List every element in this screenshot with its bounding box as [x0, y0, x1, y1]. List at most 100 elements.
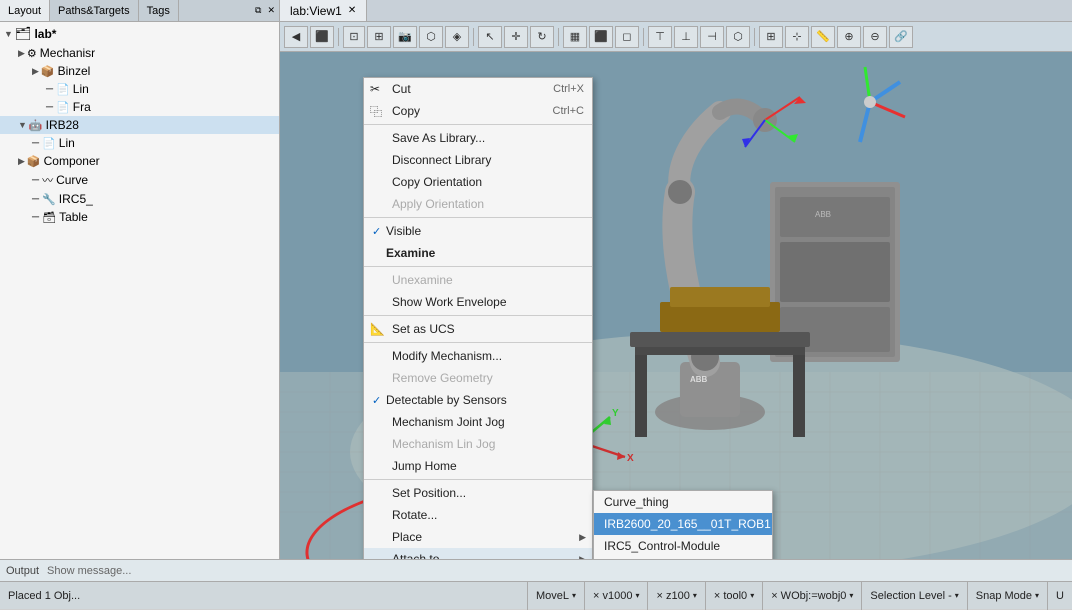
- vp-btn-back[interactable]: ◀: [284, 26, 308, 48]
- viewport[interactable]: lab:View1 ✕ ◀ ⬛ ⊡ ⊞ 📷 ⬡ ◈ ↖ ✛ ↻ ▦ ⬛: [280, 0, 1072, 559]
- ctx-cut[interactable]: ✂ Cut Ctrl+X: [364, 78, 592, 100]
- status-tool[interactable]: × tool0 ▾: [705, 582, 762, 610]
- ctx-set-position[interactable]: Set Position...: [364, 482, 592, 504]
- vp-btn-render[interactable]: ◈: [445, 26, 469, 48]
- viewport-tab-bar: lab:View1 ✕: [280, 0, 1072, 22]
- vp-btn-axis[interactable]: ⊹: [785, 26, 809, 48]
- status-selection-level[interactable]: Selection Level - ▾: [861, 582, 966, 610]
- tree-item-irb28[interactable]: ▼ 🤖 IRB28: [0, 116, 279, 134]
- ctx-examine[interactable]: Examine: [364, 242, 592, 264]
- ctx-show-work-envelope[interactable]: Show Work Envelope: [364, 291, 592, 313]
- output-label: Output: [6, 565, 39, 577]
- status-wobj[interactable]: × WObj:=wobj0 ▾: [762, 582, 861, 610]
- ctx-place[interactable]: Place ▶: [364, 526, 592, 548]
- ctx-remove-geometry: Remove Geometry: [364, 367, 592, 389]
- vp-btn-extra1[interactable]: ⊕: [837, 26, 861, 48]
- viewport-tab[interactable]: lab:View1 ✕: [280, 0, 367, 21]
- submenu-table[interactable]: Table: [594, 557, 772, 559]
- tab-tags[interactable]: Tags: [139, 0, 179, 21]
- ctx-sep-1: [364, 124, 592, 125]
- zone-arrow: ▾: [693, 591, 697, 600]
- wobj-arrow: ▾: [849, 591, 853, 600]
- ctx-rotate[interactable]: Rotate...: [364, 504, 592, 526]
- vp-btn-view-top[interactable]: ⊤: [648, 26, 672, 48]
- movel-arrow: ▾: [572, 591, 576, 600]
- vp-btn-move[interactable]: ✛: [504, 26, 528, 48]
- status-speed[interactable]: × v1000 ▾: [584, 582, 647, 610]
- layout-tree: ▼ 🗂 lab* ▶ ⚙ Mechanisr ▶ 📦 Binzel ─: [0, 22, 279, 559]
- vp-btn-transparent[interactable]: ◻: [615, 26, 639, 48]
- vp-btn-extra2[interactable]: ⊖: [863, 26, 887, 48]
- vp-btn-extra3[interactable]: 🔗: [889, 26, 913, 48]
- attach-to-submenu: Curve_thing IRB2600_20_165__01T_ROB1 IRC…: [593, 490, 773, 559]
- svg-text:ABB: ABB: [690, 375, 708, 384]
- ctx-set-as-ucs[interactable]: 📐 Set as UCS: [364, 318, 592, 340]
- submenu-irb2600[interactable]: IRB2600_20_165__01T_ROB1: [594, 513, 772, 535]
- ctx-apply-orientation: Apply Orientation: [364, 193, 592, 215]
- robot-cabinet: ABB: [770, 67, 905, 362]
- expand-lab[interactable]: ▼: [4, 29, 13, 39]
- panel-tab-actions: ⧉ ✕: [253, 0, 279, 21]
- viewport-toolbar: ◀ ⬛ ⊡ ⊞ 📷 ⬡ ◈ ↖ ✛ ↻ ▦ ⬛ ◻ ⊤ ⊥ ⊣ ⬡: [280, 22, 1072, 52]
- panel-float-btn[interactable]: ⧉: [253, 5, 263, 16]
- status-snap-mode[interactable]: Snap Mode ▾: [967, 582, 1047, 610]
- vp-btn-view-front[interactable]: ⊥: [674, 26, 698, 48]
- vp-btn-wire[interactable]: ▦: [563, 26, 587, 48]
- submenu-irc5-control[interactable]: IRC5_Control-Module: [594, 535, 772, 557]
- ctx-attach-to[interactable]: Attach to ▶: [364, 548, 592, 559]
- vp-btn-3d[interactable]: ⬡: [419, 26, 443, 48]
- panel-close-btn[interactable]: ✕: [265, 5, 277, 16]
- ctx-detectable-by-sensors[interactable]: ✓ Detectable by Sensors: [364, 389, 592, 411]
- place-arrow-icon: ▶: [579, 532, 586, 543]
- vp-btn-grid[interactable]: ⊞: [759, 26, 783, 48]
- status-zone[interactable]: × z100 ▾: [647, 582, 704, 610]
- ctx-disconnect-library[interactable]: Disconnect Library: [364, 149, 592, 171]
- status-u[interactable]: U: [1047, 582, 1072, 610]
- tree-item-curve[interactable]: ─ 〰 Curve: [0, 170, 279, 190]
- ctx-mechanism-lin-jog: Mechanism Lin Jog: [364, 433, 592, 455]
- selection-level-arrow: ▾: [955, 591, 959, 600]
- ctx-copy[interactable]: ⿻ Copy Ctrl+C: [364, 100, 592, 122]
- vp-btn-zoom-sel[interactable]: ⊞: [367, 26, 391, 48]
- vp-btn-solid[interactable]: ⬛: [589, 26, 613, 48]
- tree-item-components[interactable]: ▶ 📦 Componer: [0, 152, 279, 170]
- submenu-curve-thing[interactable]: Curve_thing: [594, 491, 772, 513]
- tree-item-binzel[interactable]: ▶ 📦 Binzel: [0, 62, 279, 80]
- vp-sep-5: [754, 28, 755, 46]
- vp-sep-4: [643, 28, 644, 46]
- tree-item-fra[interactable]: ─ 📄 Fra: [0, 98, 279, 116]
- tree-item-lin[interactable]: ─ 📄 Lin: [0, 80, 279, 98]
- viewport-tab-close[interactable]: ✕: [348, 5, 356, 16]
- vp-btn-zoom-extents[interactable]: ⊡: [343, 26, 365, 48]
- status-movel[interactable]: MoveL ▾: [527, 582, 584, 610]
- cut-icon: ✂: [370, 82, 380, 96]
- tree-item-lin2[interactable]: ─ 📄 Lin: [0, 134, 279, 152]
- ctx-sep-2: [364, 217, 592, 218]
- tree-item-irc5[interactable]: ─ 🔧 IRC5_: [0, 190, 279, 208]
- tree-item-lab[interactable]: ▼ 🗂 lab*: [0, 24, 279, 44]
- tree-item-table[interactable]: ─ 🗃 Table: [0, 208, 279, 226]
- tab-layout[interactable]: Layout: [0, 0, 50, 21]
- vp-btn-view-iso[interactable]: ⬡: [726, 26, 750, 48]
- ctx-modify-mechanism[interactable]: Modify Mechanism...: [364, 345, 592, 367]
- tree-item-mechanism[interactable]: ▶ ⚙ Mechanisr: [0, 44, 279, 62]
- tool-arrow: ▾: [750, 591, 754, 600]
- vp-btn-select[interactable]: ↖: [478, 26, 502, 48]
- vp-sep-3: [558, 28, 559, 46]
- vp-btn-measure[interactable]: 📏: [811, 26, 835, 48]
- status-left-message: Placed 1 Obj...: [0, 590, 527, 602]
- app-container: Layout Paths&Targets Tags ⧉ ✕ ▼ 🗂: [0, 0, 1072, 609]
- ctx-copy-orientation[interactable]: Copy Orientation: [364, 171, 592, 193]
- ctx-jump-home[interactable]: Jump Home: [364, 455, 592, 477]
- vp-btn-forward[interactable]: ⬛: [310, 26, 334, 48]
- ctx-visible[interactable]: ✓ Visible: [364, 220, 592, 242]
- svg-text:ABB: ABB: [815, 210, 831, 219]
- ctx-unexamine: Unexamine: [364, 269, 592, 291]
- vp-btn-rotate-tool[interactable]: ↻: [530, 26, 554, 48]
- ctx-mechanism-joint-jog[interactable]: Mechanism Joint Jog: [364, 411, 592, 433]
- tab-paths-targets[interactable]: Paths&Targets: [50, 0, 139, 21]
- output-panel: Output Show message...: [0, 559, 1072, 581]
- vp-btn-camera[interactable]: 📷: [393, 26, 417, 48]
- ctx-save-as-library[interactable]: Save As Library...: [364, 127, 592, 149]
- vp-btn-view-right[interactable]: ⊣: [700, 26, 724, 48]
